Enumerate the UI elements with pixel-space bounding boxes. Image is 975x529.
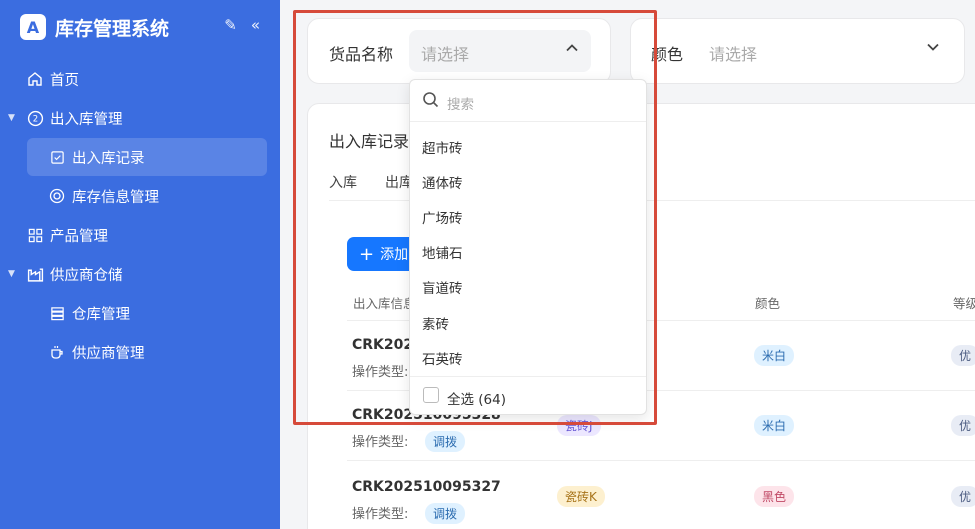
sidebar-item-label: 出入库管理 — [50, 111, 123, 128]
sidebar-item-products[interactable]: 产品管理 — [0, 216, 280, 254]
column-header-color: 颜色 — [755, 296, 781, 311]
type-tag: 调拨 — [425, 431, 466, 452]
sidebar-item-label: 仓库管理 — [72, 306, 130, 323]
sidebar-tools: ✎ « — [224, 16, 260, 34]
table-row-code: CRK202510095327 — [352, 479, 501, 495]
table-row-type-label: 操作类型: — [352, 435, 409, 450]
column-header-grade: 等级 — [953, 296, 975, 311]
sidebar-item-inout[interactable]: ▼ 2 出入库管理 — [0, 99, 280, 137]
sidebar-item-label: 首页 — [50, 72, 79, 89]
collapse-icon[interactable]: « — [251, 16, 260, 34]
color-tag: 黑色 — [754, 486, 795, 507]
sidebar: A 库存管理系统 ✎ « 首页 ▼ 2 出入库管理 出入库记录 库存信息管理 产… — [0, 0, 280, 529]
svg-text:2: 2 — [32, 114, 37, 124]
sidebar-item-warehouse[interactable]: 仓库管理 — [0, 294, 280, 332]
edit-icon[interactable]: ✎ — [224, 16, 237, 34]
grid-icon — [26, 226, 44, 244]
inout-icon: 2 — [26, 109, 44, 127]
sidebar-item-home[interactable]: 首页 — [0, 60, 280, 98]
checklist-icon — [48, 148, 66, 166]
sidebar-item-label: 库存信息管理 — [72, 189, 159, 206]
target-icon — [48, 187, 66, 205]
color-tag: 米白 — [754, 415, 795, 436]
color-filter-card: 颜色 请选择 — [630, 18, 965, 84]
home-icon — [26, 70, 44, 88]
cup-icon — [48, 343, 66, 361]
sidebar-item-inout-records[interactable]: 出入库记录 — [27, 138, 267, 176]
factory-icon — [26, 265, 44, 283]
color-select[interactable]: 请选择 — [709, 41, 757, 65]
sidebar-item-supplier[interactable]: 供应商管理 — [0, 333, 280, 371]
color-tag: 米白 — [754, 345, 795, 366]
highlight-box — [293, 10, 657, 425]
table-row-type-label: 操作类型: — [352, 507, 409, 522]
brand: A 库存管理系统 — [20, 12, 169, 42]
caret-down-icon: ▼ — [8, 113, 15, 123]
list-icon — [48, 304, 66, 322]
caret-down-icon: ▼ — [8, 269, 15, 279]
sidebar-nav: 首页 ▼ 2 出入库管理 出入库记录 库存信息管理 产品管理 ▼ 供应商仓储 仓… — [0, 60, 280, 372]
app-title: 库存管理系统 — [55, 17, 170, 40]
product-tag: 瓷砖K — [557, 486, 605, 507]
sidebar-item-label: 供应商仓储 — [50, 267, 123, 284]
sidebar-item-inventory[interactable]: 库存信息管理 — [0, 177, 280, 215]
grade-tag: 优 — [951, 345, 975, 366]
sidebar-item-label: 出入库记录 — [72, 150, 145, 167]
grade-tag: 优 — [951, 415, 975, 436]
type-tag: 调拨 — [425, 503, 466, 524]
table-divider — [347, 460, 975, 461]
app-logo-icon: A — [20, 14, 46, 40]
sidebar-item-label: 供应商管理 — [72, 345, 145, 362]
sidebar-item-label: 产品管理 — [50, 228, 108, 245]
grade-tag: 优 — [951, 486, 975, 507]
chevron-down-icon[interactable] — [926, 39, 940, 58]
sidebar-item-supplier-storage[interactable]: ▼ 供应商仓储 — [0, 255, 280, 293]
